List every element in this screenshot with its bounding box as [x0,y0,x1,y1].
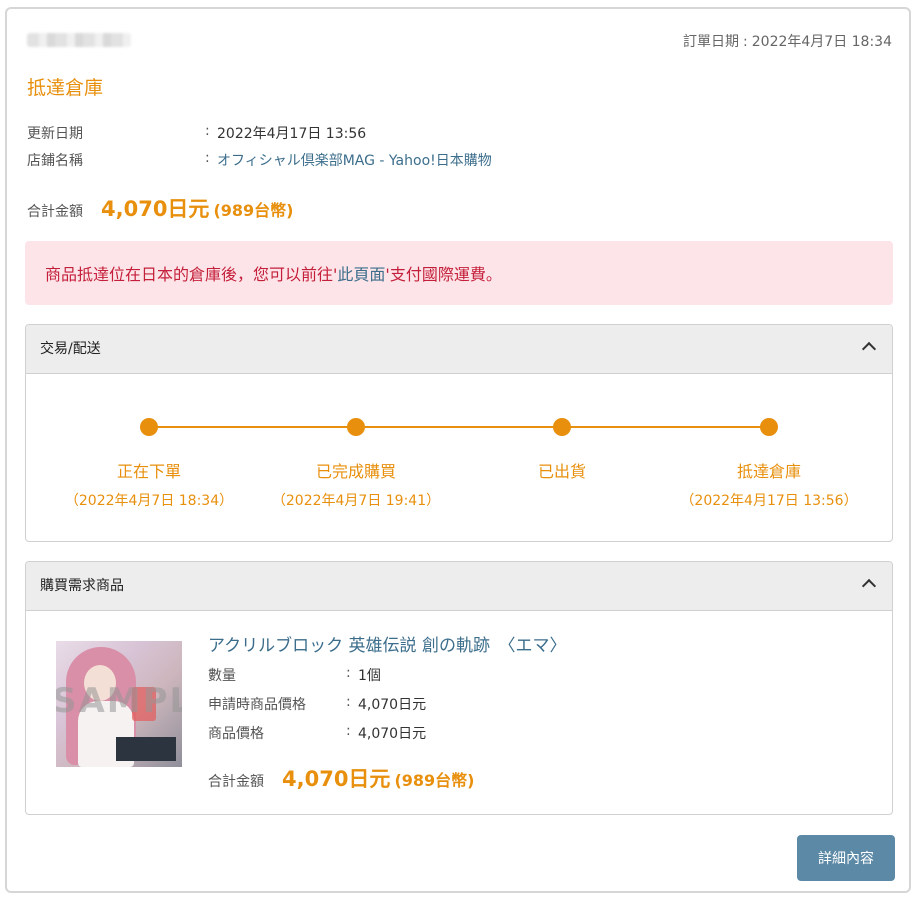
product-total-label: 合計金額 [208,774,264,790]
timeline-dot-2 [347,418,365,436]
colon: : [346,723,351,739]
step-label-ordering: 正在下單 [116,462,181,481]
order-date: 訂單日期:2022年4月7日 18:34 [683,34,892,50]
step-date-arrived: （2022年4月17日 13:56） [680,493,858,509]
quantity-label: 數量 [208,668,236,684]
step-label-purchased: 已完成購買 [315,462,396,481]
colon: : [346,694,351,710]
timeline-dot-3 [553,418,571,436]
product-body: SAMPLE アクリルブロック 英雄伝説 創の軌跡 〈エマ〉 數量 : 1個 申… [26,611,892,814]
step-label-shipped: 已出貨 [537,462,586,481]
total-label: 合計金額 [27,204,83,220]
order-card: 訂單日期:2022年4月7日 18:34 抵達倉庫 更新日期 : 2022年4月… [5,7,911,893]
product-price-label: 商品價格 [208,726,264,742]
step-label-arrived: 抵達倉庫 [736,462,801,481]
product-total-jpy: 4,070日元 [282,767,391,791]
shipping-panel: 交易/配送 正在下單 已完成購買 已出貨 抵達倉庫 （2022年4月7日 18:… [25,324,893,542]
step-date-ordering: （2022年4月7日 18:34） [64,493,234,509]
blurred-order-id [27,33,131,47]
timeline-dot-1 [140,418,158,436]
alert-page-link[interactable]: 此頁面 [337,265,385,284]
alert-text-before: 商品抵達位在日本的倉庫後，您可以前往' [45,265,338,284]
colon: : [205,123,210,139]
chevron-up-icon[interactable] [861,341,877,357]
shipping-notice-alert: 商品抵達位在日本的倉庫後，您可以前往'此頁面'支付國際運費。 [25,241,893,305]
product-name-link[interactable]: アクリルブロック 英雄伝説 創の軌跡 〈エマ〉 [208,631,566,656]
store-name-label: 店鋪名稱 [27,153,83,169]
step-date-purchased: （2022年4月7日 19:41） [271,493,441,509]
order-date-value: 2022年4月7日 18:34 [751,34,892,50]
shipping-timeline: 正在下單 已完成購買 已出貨 抵達倉庫 （2022年4月7日 18:34） （2… [26,374,892,541]
order-date-label: 訂單日期 [683,34,740,50]
order-status-title: 抵達倉庫 [27,77,104,99]
product-total-twd: (989台幣) [394,771,475,790]
product-image[interactable]: SAMPLE [56,641,182,767]
shipping-panel-header[interactable]: 交易/配送 [26,325,892,374]
timeline-dot-4 [760,418,778,436]
product-panel-header[interactable]: 購買需求商品 [26,562,892,611]
total-amount: 4,070日元 (989台幣) [101,193,293,223]
quantity-value: 1個 [358,668,381,684]
product-panel-title: 購買需求商品 [40,578,124,594]
colon: : [205,150,210,166]
product-total-amount: 4,070日元 (989台幣) [282,763,474,793]
updated-date-value: 2022年4月17日 13:56 [217,126,367,142]
alert-text-after: '支付國際運費。 [385,265,502,284]
updated-date-label: 更新日期 [27,126,83,142]
chevron-up-icon[interactable] [861,578,877,594]
total-amount-twd: (989台幣) [213,201,294,220]
image-base [116,737,176,761]
total-amount-jpy: 4,070日元 [101,197,210,221]
sample-watermark: SAMPLE [56,681,182,721]
store-name-link[interactable]: オフィシャル倶楽部MAG - Yahoo!日本購物 [217,150,492,170]
timeline-line [148,426,768,428]
applied-price-value: 4,070日元 [358,697,427,713]
details-button[interactable]: 詳細內容 [797,835,895,881]
colon: : [346,665,351,681]
product-price-value: 4,070日元 [358,726,427,742]
shipping-panel-title: 交易/配送 [40,341,101,357]
applied-price-label: 申請時商品價格 [208,697,306,713]
product-panel: 購買需求商品 SAMPLE アクリルブロック 英雄伝説 創の軌跡 〈エマ〉 數量… [25,561,893,815]
